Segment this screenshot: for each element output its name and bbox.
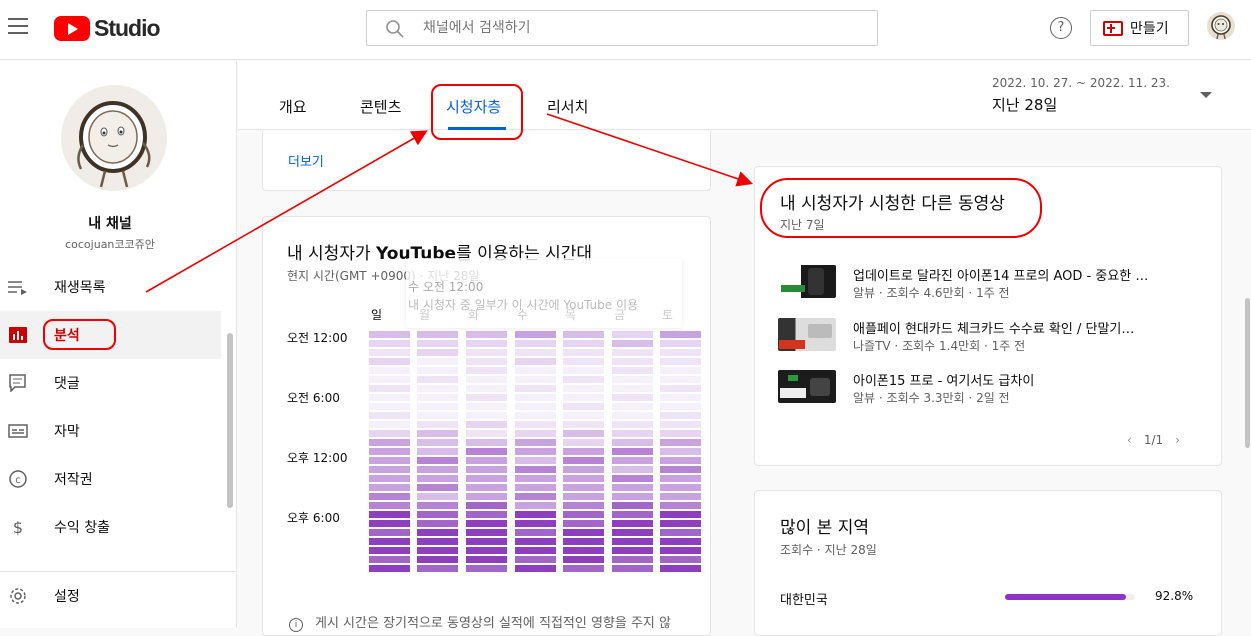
annotation-arrows (145, 113, 754, 293)
